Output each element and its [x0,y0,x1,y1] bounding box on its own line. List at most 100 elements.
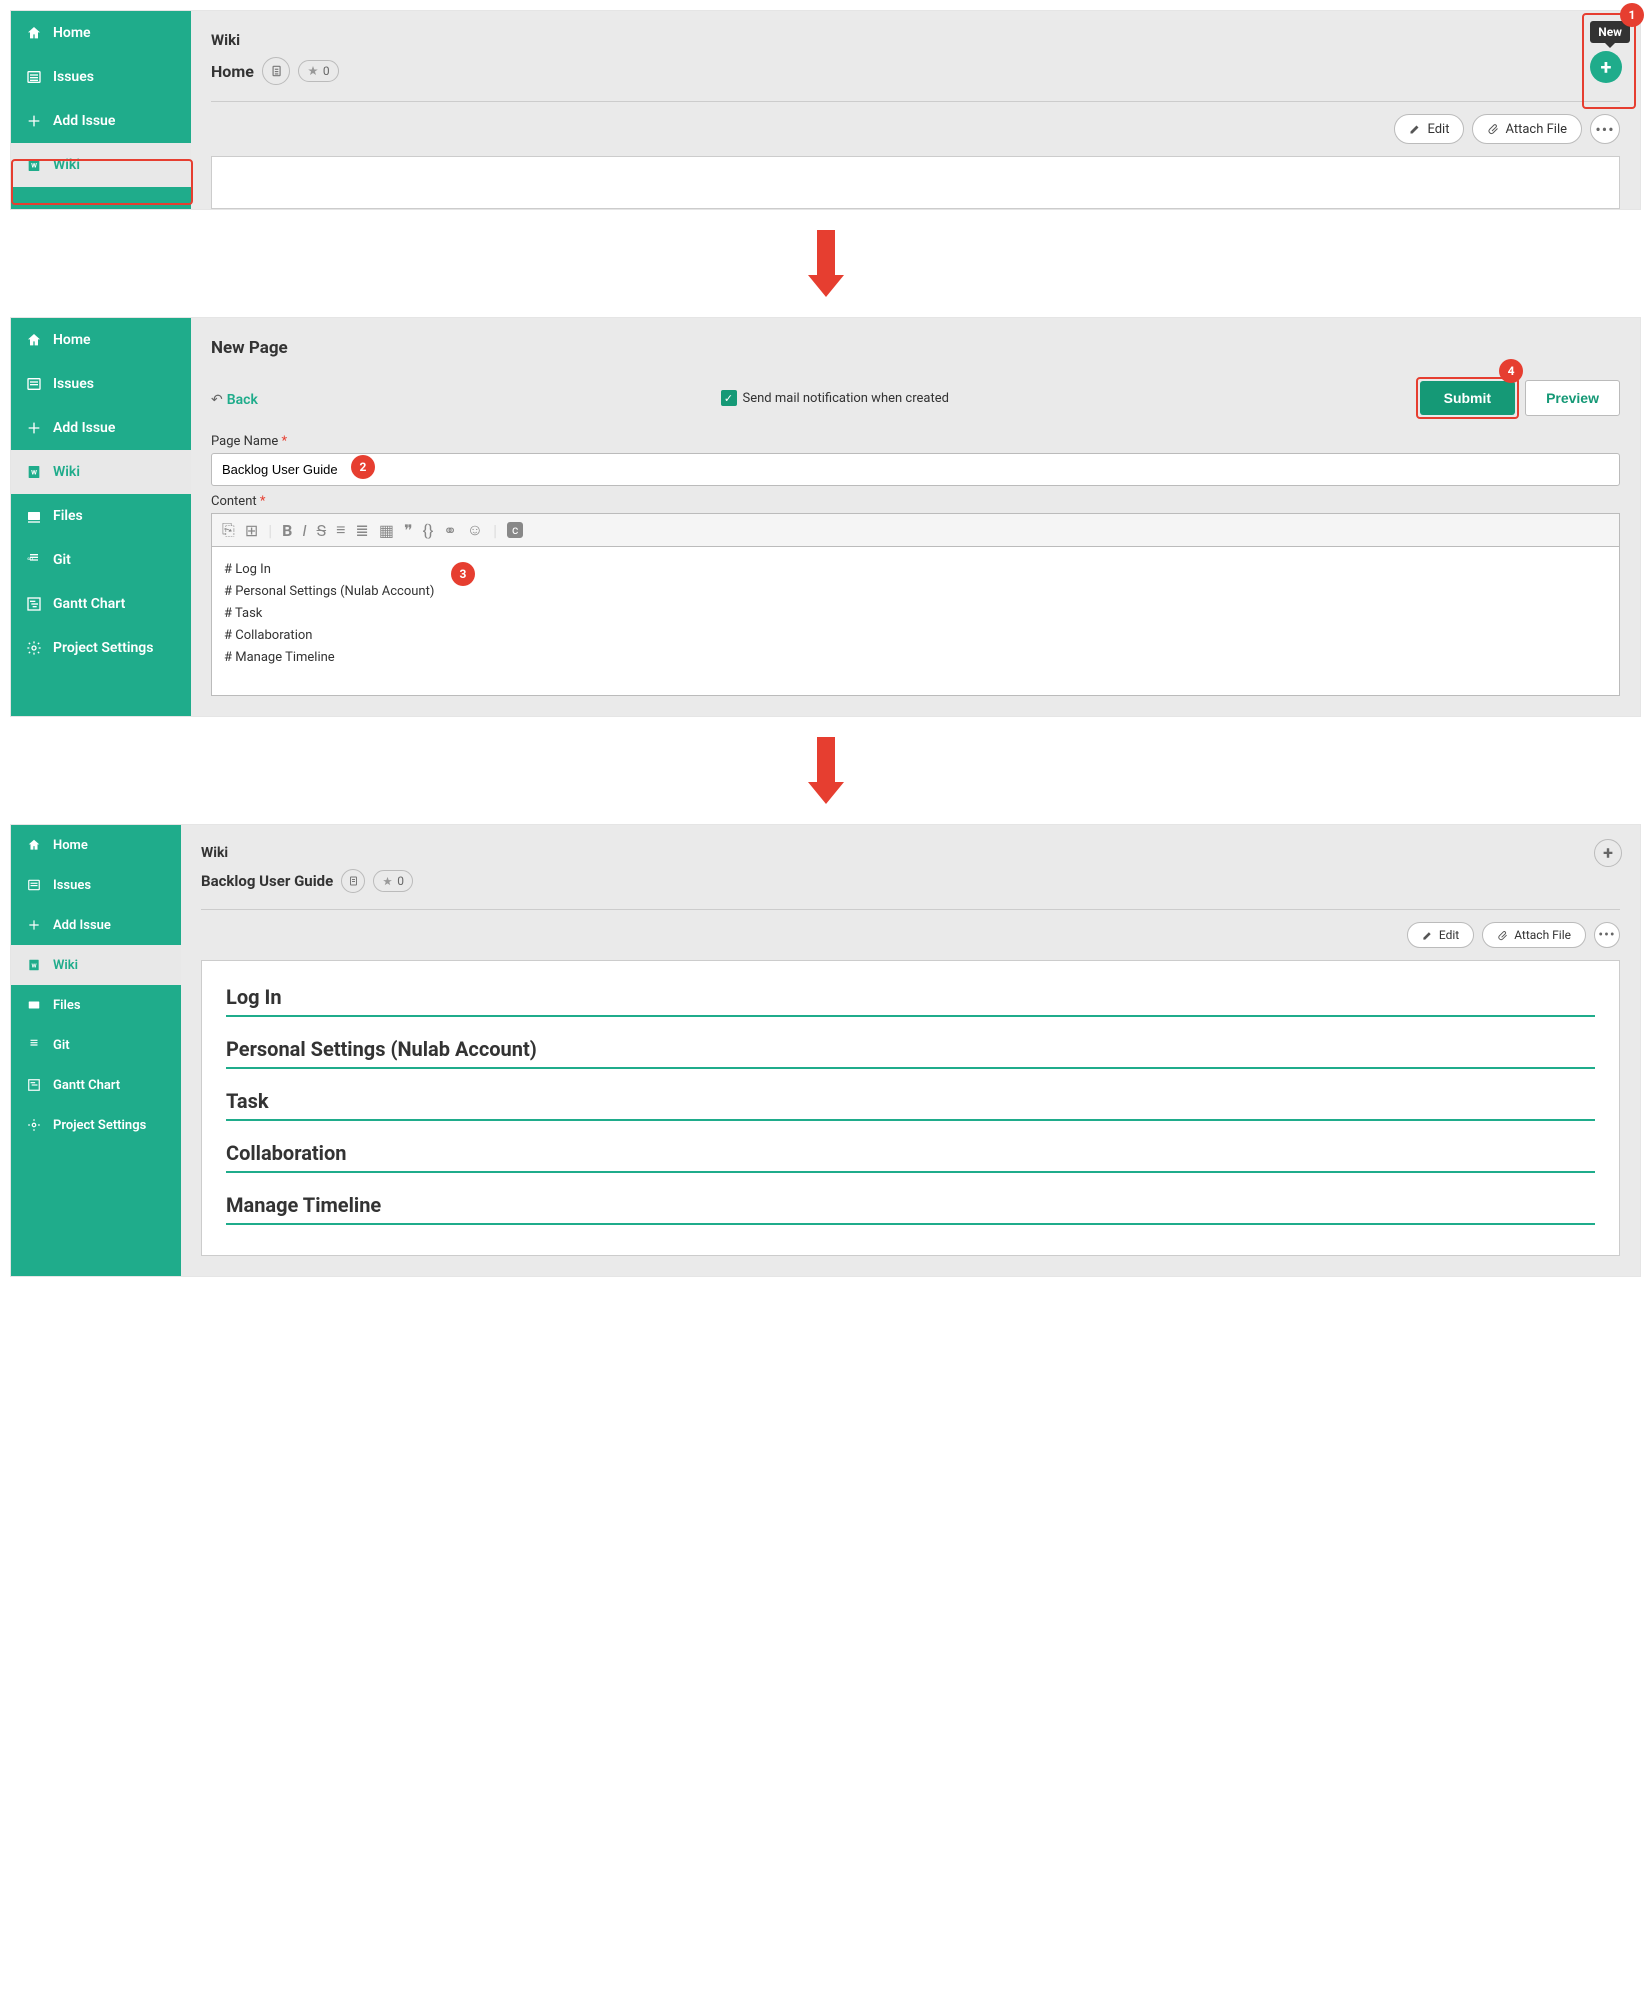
sidebar-item-gantt[interactable]: Gantt Chart [11,582,191,626]
toolbar-ol-icon[interactable]: ≣ [355,521,368,540]
sidebar-item-files[interactable]: Files [11,494,191,538]
undo-icon: ↶ [211,392,223,408]
divider [201,909,1620,910]
sidebar-item-issues[interactable]: Issues [11,865,181,905]
back-link[interactable]: ↶Back [211,389,258,408]
panel-new-page: Home Issues Add Issue WWiki Files GITGit… [10,317,1641,717]
sidebar-item-label: Issues [53,69,94,85]
toolbar-app-icon[interactable]: c [507,522,523,538]
toolbar-italic-icon[interactable]: I [302,521,306,540]
preview-button[interactable]: Preview [1525,380,1620,416]
attach-file-button[interactable]: Attach File [1472,114,1582,144]
check-icon: ✓ [721,390,737,406]
toolbar-ul-icon[interactable]: ≡ [336,520,345,540]
svg-text:W: W [31,963,36,969]
editor-toolbar: ⎘ ⊞ | B I S ≡ ≣ ▦ ❞ {} ⚭ ☺ | c [211,513,1620,546]
sidebar-item-add-issue[interactable]: Add Issue [11,99,191,143]
toolbar-bold-icon[interactable]: B [282,521,292,540]
highlight-wiki-nav [11,159,193,205]
copy-icon[interactable] [262,57,290,85]
star-button[interactable]: 0 [298,60,339,82]
sidebar-item-settings[interactable]: Project Settings [11,1105,181,1145]
section-label: Wiki [201,845,1620,861]
more-button[interactable]: ••• [1594,922,1620,948]
toolbar-strike-icon[interactable]: S [317,521,327,540]
star-count: 0 [323,64,330,78]
sidebar-item-home[interactable]: Home [11,825,181,865]
sidebar-item-label: Home [53,25,91,41]
wiki-icon: W [25,463,43,481]
gear-icon [25,639,43,657]
edit-button[interactable]: Edit [1394,114,1464,144]
marker-4: 4 [1499,359,1523,383]
home-icon [25,836,43,854]
attach-file-button[interactable]: Attach File [1482,922,1586,948]
notify-checkbox[interactable]: ✓Send mail notification when created [721,390,949,406]
files-icon [25,996,43,1014]
sidebar-item-label: Add Issue [53,113,115,129]
sidebar-item-git[interactable]: GITGit [11,538,191,582]
toolbar-code-icon[interactable]: {} [423,521,434,540]
wiki-heading-1: Log In [226,985,1595,1017]
wiki-icon: W [25,956,43,974]
marker-3: 3 [451,562,475,586]
sidebar-item-home[interactable]: Home [11,318,191,362]
sidebar: Home Issues Add Issue WWiki Files GITGit… [11,318,191,716]
sidebar-item-issues[interactable]: Issues [11,362,191,406]
sidebar-item-add-issue[interactable]: Add Issue [11,905,181,945]
sidebar-item-gantt[interactable]: Gantt Chart [11,1065,181,1105]
git-icon [25,1036,43,1054]
sidebar-item-files[interactable]: Files [11,985,181,1025]
arrow-down-2 [10,737,1641,804]
gantt-icon [25,595,43,613]
highlight-submit [1416,377,1519,419]
gantt-icon [25,1076,43,1094]
new-page-title: New Page [211,338,1620,358]
divider [211,101,1620,102]
content-label: Content * [211,494,1620,509]
gear-icon [25,1116,43,1134]
toolbar-attach-icon[interactable]: ⚭ [443,521,456,540]
content-textarea[interactable]: # Log In # Personal Settings (Nulab Acco… [211,546,1620,696]
toolbar-emoji-icon[interactable]: ☺ [467,520,483,540]
sidebar-item-wiki[interactable]: WWiki [11,945,181,985]
sidebar-item-home[interactable]: Home [11,11,191,55]
panel-wiki-home: Home Issues Add Issue W Wiki Wiki Home 0… [10,10,1641,210]
toolbar-quote-icon[interactable]: ❞ [404,521,413,540]
files-icon [25,507,43,525]
sidebar-item-add-issue[interactable]: Add Issue [11,406,191,450]
wiki-heading-4: Collaboration [226,1141,1595,1173]
home-icon [25,331,43,349]
list-icon [25,876,43,894]
copy-icon[interactable] [341,869,365,893]
page-name-label: Page Name * [211,434,1620,449]
toolbar-insert-icon[interactable]: ⊞ [245,521,258,540]
edit-button[interactable]: Edit [1407,922,1474,948]
more-button[interactable]: ••• [1590,114,1620,144]
toolbar-table-icon[interactable]: ▦ [379,521,394,540]
wiki-heading-5: Manage Timeline [226,1193,1595,1225]
svg-text:W: W [31,469,37,477]
page-title: Home [211,62,254,81]
marker-2: 2 [351,455,375,479]
star-button[interactable]: 0 [373,870,413,892]
content-area [211,156,1620,209]
sidebar-item-issues[interactable]: Issues [11,55,191,99]
wiki-heading-3: Task [226,1089,1595,1121]
new-wiki-button[interactable]: + [1594,839,1622,867]
marker-1: 1 [1620,3,1644,27]
panel-result: Home Issues Add Issue WWiki Files Git Ga… [10,824,1641,1277]
page-title: Backlog User Guide [201,872,333,890]
plus-icon [25,419,43,437]
page-name-input[interactable] [211,453,1620,486]
sidebar: Home Issues Add Issue WWiki Files Git Ga… [11,825,181,1276]
arrow-down-1 [10,230,1641,297]
sidebar-item-wiki[interactable]: WWiki [11,450,191,494]
plus-icon [25,916,43,934]
plus-icon [25,112,43,130]
sidebar-item-settings[interactable]: Project Settings [11,626,191,670]
wiki-heading-2: Personal Settings (Nulab Account) [226,1037,1595,1069]
toolbar-link-icon[interactable]: ⎘ [222,520,235,540]
sidebar-item-git[interactable]: Git [11,1025,181,1065]
main-content: New Page ↶Back ✓Send mail notification w… [191,318,1640,716]
